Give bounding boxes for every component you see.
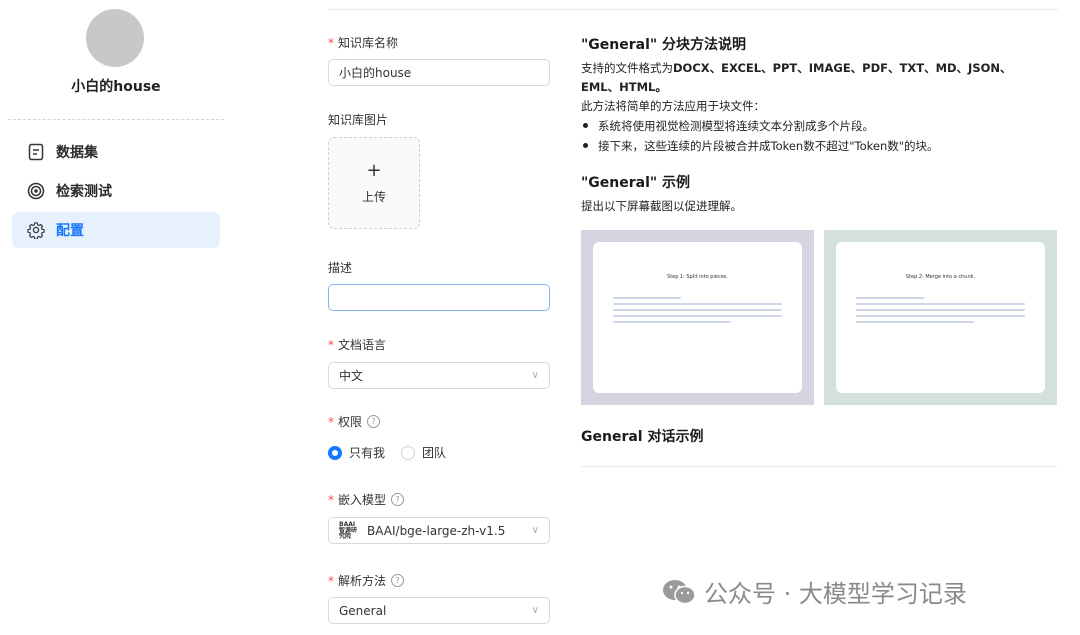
help-icon[interactable]: ? <box>391 574 405 587</box>
language-select[interactable]: 中文 ∨ <box>328 362 550 389</box>
example-desc: 提出以下屏幕截图以促进理解。 <box>581 199 742 213</box>
sidebar-item-label: 检索测试 <box>56 184 112 200</box>
parse-method-label: * 解析方法? <box>328 572 405 589</box>
upload-label: 上传 <box>361 189 386 204</box>
example-image-step1: Step 1: Split into pieces. <box>581 230 814 405</box>
radio-team[interactable] <box>401 445 416 460</box>
example-image-step2: Step 2: Merge into a chunk. <box>824 230 1057 405</box>
method-desc: 此方法将简单的方法应用于块文件： <box>581 99 765 113</box>
watermark-text: 公众号 · 大模型学习记录 <box>704 580 967 608</box>
radio-label[interactable]: 只有我 <box>349 444 385 461</box>
avatar <box>86 9 144 67</box>
embedding-model-select[interactable]: BAAI 智源研究院 BAAI/bge-large-zh-v1.5 ∨ <box>328 517 550 544</box>
section-divider <box>581 466 1057 467</box>
sidebar: 小白的house 数据集 检索测试 配置 <box>0 0 232 635</box>
target-icon <box>26 181 46 201</box>
chevron-down-icon: ∨ <box>531 370 539 381</box>
chevron-down-icon: ∨ <box>531 605 539 616</box>
image-label: 知识库图片 <box>328 113 389 127</box>
example-title: "General" 示例 <box>581 175 691 191</box>
sidebar-item-label: 配置 <box>56 223 84 239</box>
dialog-example-title: General 对话示例 <box>581 429 704 445</box>
name-input[interactable]: 小白的house <box>328 59 550 86</box>
step-caption: Step 1: Split into pieces. <box>667 274 728 280</box>
radio-only-me[interactable] <box>328 445 342 460</box>
baai-logo: BAAI 智源研究院 <box>339 520 358 540</box>
bullet-item: 系统将使用视觉检测模型将连续文本分割成多个片段。 <box>581 118 874 134</box>
gear-icon <box>26 220 46 240</box>
method-title: "General" 分块方法说明 <box>581 37 747 53</box>
document-icon <box>26 142 46 162</box>
description-label: 描述 <box>328 261 353 275</box>
help-icon[interactable]: ? <box>367 415 381 428</box>
upload-button[interactable]: + 上传 <box>328 137 420 229</box>
sidebar-item-retrieval-test[interactable]: 检索测试 <box>12 173 220 209</box>
step-caption: Step 2: Merge into a chunk. <box>905 274 976 280</box>
embedding-model-label: * 嵌入模型? <box>328 491 405 508</box>
parse-method-select[interactable]: General ∨ <box>328 597 550 624</box>
description-input[interactable] <box>328 284 550 311</box>
name-label: * 知识库名称 <box>328 35 399 51</box>
sidebar-item-label: 数据集 <box>56 145 98 161</box>
permission-radio-group: 只有我 团队 <box>328 444 462 461</box>
formats-line: 支持的文件格式为DOCX、EXCEL、PPT、IMAGE、PDF、TXT、MD、… <box>581 61 1012 75</box>
top-divider <box>328 9 1058 10</box>
sidebar-item-dataset[interactable]: 数据集 <box>12 134 220 170</box>
formats-line-2: EML、HTML。 <box>581 80 667 94</box>
plus-icon: + <box>366 159 382 181</box>
bullet-item: 接下来，这些连续的片段被合并成Token数不超过"Token数"的块。 <box>581 138 939 154</box>
permission-label: * 权限? <box>328 413 381 430</box>
sidebar-divider <box>8 119 224 120</box>
language-label: * 文档语言 <box>328 337 387 353</box>
radio-label[interactable]: 团队 <box>422 444 446 461</box>
watermark: 公众号 · 大模型学习记录 <box>662 574 967 609</box>
chevron-down-icon: ∨ <box>531 525 539 536</box>
knowledge-base-name: 小白的house <box>71 79 161 95</box>
sidebar-item-settings[interactable]: 配置 <box>12 212 220 248</box>
help-icon[interactable]: ? <box>391 493 405 506</box>
wechat-icon <box>662 579 696 605</box>
